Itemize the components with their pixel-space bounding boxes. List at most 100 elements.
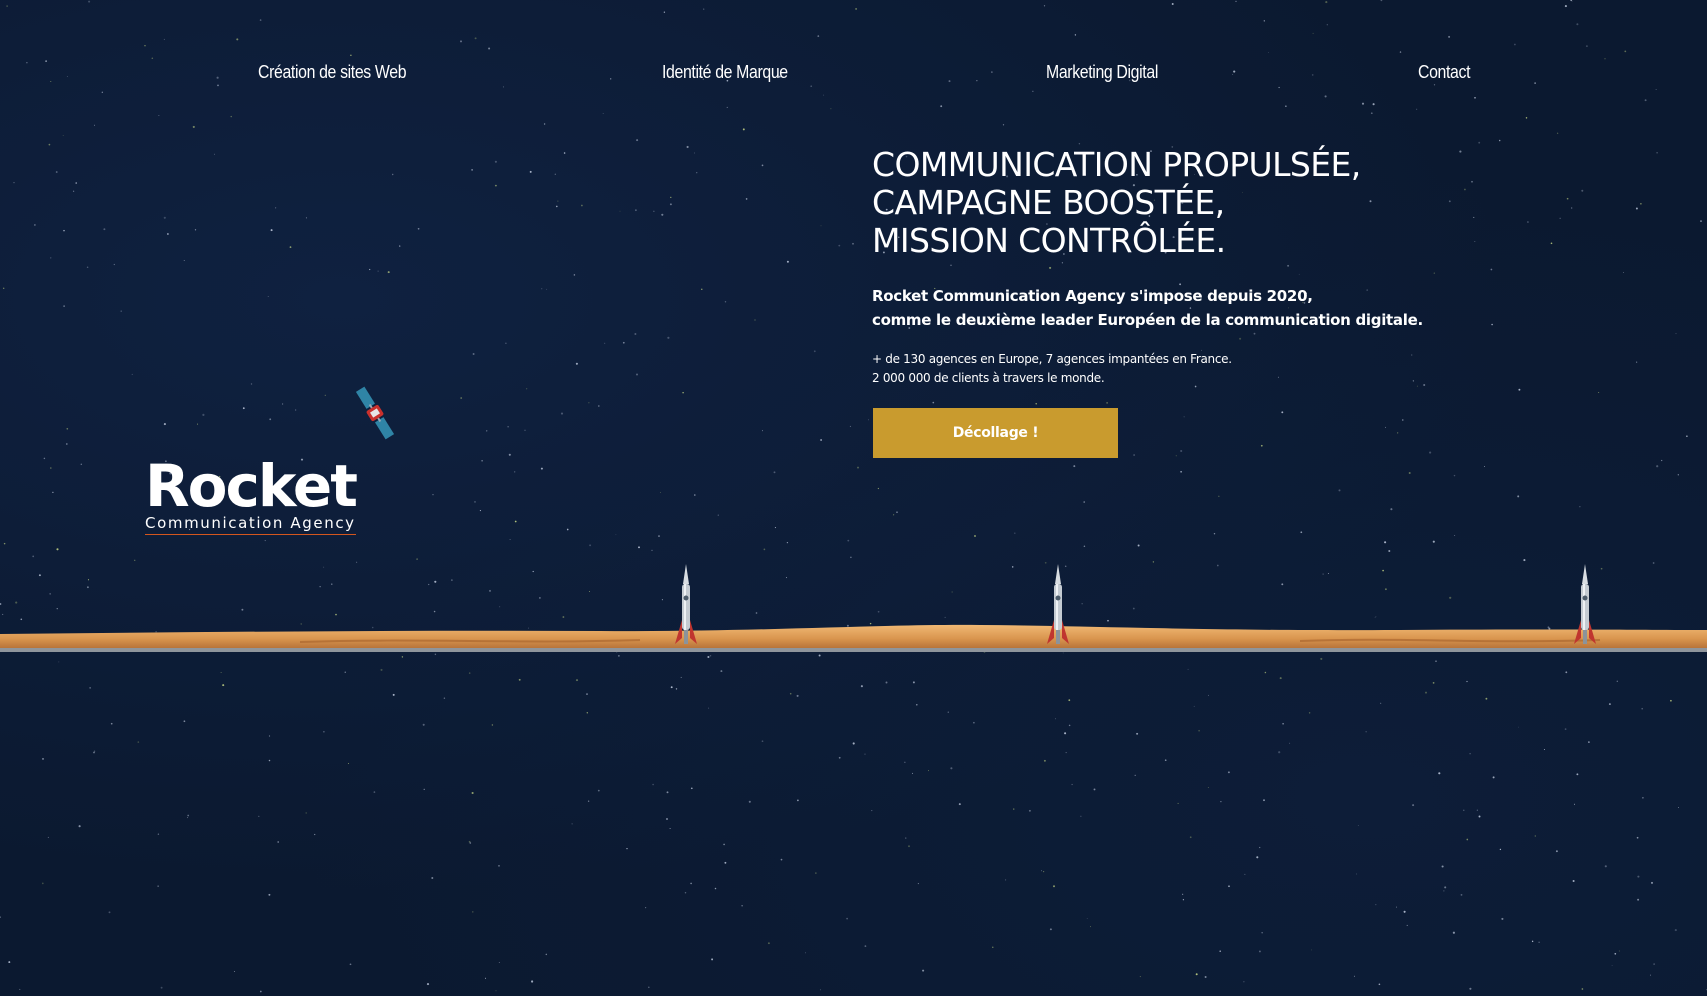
star: [514, 520, 517, 523]
star: [575, 362, 578, 365]
star: [1207, 787, 1209, 789]
star: [1483, 466, 1485, 468]
star: [587, 800, 590, 802]
star: [1656, 152, 1658, 154]
star: [349, 963, 352, 966]
star: [1406, 924, 1408, 926]
star: [197, 423, 199, 425]
star: [1028, 809, 1031, 812]
star: [1357, 825, 1359, 826]
star: [686, 145, 689, 149]
star: [1636, 361, 1638, 363]
star: [1571, 0, 1573, 2]
nav-link-marketing-digital[interactable]: Marketing Digital: [1046, 62, 1158, 83]
star: [857, 466, 859, 469]
star: [392, 693, 395, 696]
star: [648, 986, 650, 989]
decollage-button[interactable]: Décollage !: [873, 408, 1118, 458]
star: [531, 980, 534, 983]
star: [1204, 976, 1207, 978]
star: [1074, 34, 1077, 36]
star: [1441, 865, 1444, 868]
nav-link-contact[interactable]: Contact: [1418, 62, 1470, 83]
satellite-icon: [355, 386, 395, 440]
star: [1469, 987, 1472, 990]
star: [1005, 879, 1007, 881]
star: [1285, 105, 1287, 107]
star: [634, 209, 637, 212]
star: [761, 430, 763, 432]
star: [638, 546, 640, 549]
star: [183, 259, 185, 261]
star: [669, 203, 672, 206]
star: [468, 672, 471, 674]
star: [1243, 981, 1245, 983]
star: [347, 763, 349, 765]
sand-ground: [0, 624, 1707, 652]
star: [619, 210, 621, 212]
star: [958, 803, 961, 806]
star: [545, 953, 548, 956]
star: [885, 681, 888, 684]
star: [1289, 742, 1291, 744]
star: [319, 586, 321, 588]
star: [485, 430, 488, 432]
star: [43, 457, 46, 460]
rocket-logo[interactable]: Rocket Communication Agency: [145, 456, 375, 536]
nav-link-creation-sites-web[interactable]: Création de sites Web: [258, 62, 407, 83]
star: [1432, 540, 1435, 543]
star: [755, 612, 758, 614]
star: [1278, 86, 1280, 89]
star: [1264, 671, 1267, 674]
star: [1570, 0, 1573, 1]
star: [377, 270, 379, 272]
star: [838, 244, 841, 247]
nav-link-identite-de-marque[interactable]: Identité de Marque: [662, 62, 788, 83]
star: [1049, 266, 1052, 269]
star: [1134, 774, 1136, 777]
star: [666, 818, 668, 820]
star: [34, 224, 36, 226]
star: [1543, 749, 1545, 750]
star: [1068, 724, 1071, 727]
star: [720, 670, 723, 673]
star: [202, 413, 205, 416]
star: [498, 962, 500, 964]
star: [1139, 976, 1141, 978]
star: [1071, 783, 1073, 786]
star: [1556, 132, 1559, 134]
star: [1177, 802, 1179, 804]
star: [72, 190, 75, 192]
star: [852, 242, 854, 245]
star: [1531, 940, 1534, 943]
star: [1356, 873, 1358, 875]
star: [1416, 108, 1418, 110]
star: [1411, 354, 1413, 356]
star: [767, 942, 770, 945]
star: [163, 216, 166, 219]
star: [258, 815, 260, 818]
star: [1618, 950, 1620, 952]
star: [973, 721, 975, 724]
star: [877, 487, 880, 490]
star: [236, 38, 239, 41]
star: [344, 671, 346, 673]
star: [1432, 682, 1435, 684]
star: [63, 305, 65, 307]
star: [540, 467, 543, 470]
star: [1572, 879, 1575, 883]
star: [108, 911, 111, 914]
star: [1564, 5, 1567, 8]
star: [786, 260, 789, 263]
star: [428, 583, 430, 586]
star: [1182, 893, 1184, 895]
star: [867, 419, 870, 421]
star: [1624, 50, 1627, 53]
star: [422, 723, 425, 726]
star: [1041, 870, 1042, 872]
logo-tagline: Communication Agency: [145, 514, 356, 535]
star: [1675, 333, 1677, 335]
star: [1478, 815, 1481, 818]
star: [1523, 559, 1526, 562]
star: [1616, 680, 1619, 682]
